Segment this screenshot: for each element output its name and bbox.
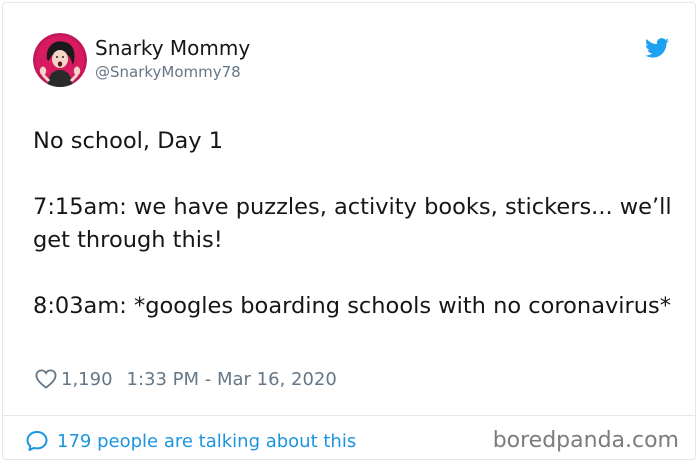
speech-bubble-icon xyxy=(26,431,48,451)
twitter-bird-icon[interactable] xyxy=(645,38,669,58)
divider xyxy=(3,415,695,416)
tweet-card: Snarky Mommy @SnarkyMommy78 No school, D… xyxy=(2,2,696,460)
timestamp[interactable]: 1:33 PM - Mar 16, 2020 xyxy=(127,369,337,390)
talking-link[interactable]: 179 people are talking about this xyxy=(25,429,356,453)
avatar-image xyxy=(33,33,87,87)
talking-text[interactable]: 179 people are talking about this xyxy=(57,431,356,452)
tweet-line: 7:15am: we have puzzles, activity books,… xyxy=(33,194,672,253)
author-name[interactable]: Snarky Mommy xyxy=(95,36,250,60)
heart-icon[interactable] xyxy=(35,369,57,389)
watermark: boredpanda.com xyxy=(492,428,679,453)
avatar[interactable] xyxy=(33,33,87,87)
tweet-line: 8:03am: *googles boarding schools with n… xyxy=(33,293,672,319)
tweet-meta: 1,190 1:33 PM - Mar 16, 2020 xyxy=(35,367,337,391)
tweet-line: No school, Day 1 xyxy=(33,128,224,154)
author-handle[interactable]: @SnarkyMommy78 xyxy=(95,63,241,81)
like-count[interactable]: 1,190 xyxy=(61,369,113,390)
tweet-text: No school, Day 1 7:15am: we have puzzles… xyxy=(33,125,673,323)
